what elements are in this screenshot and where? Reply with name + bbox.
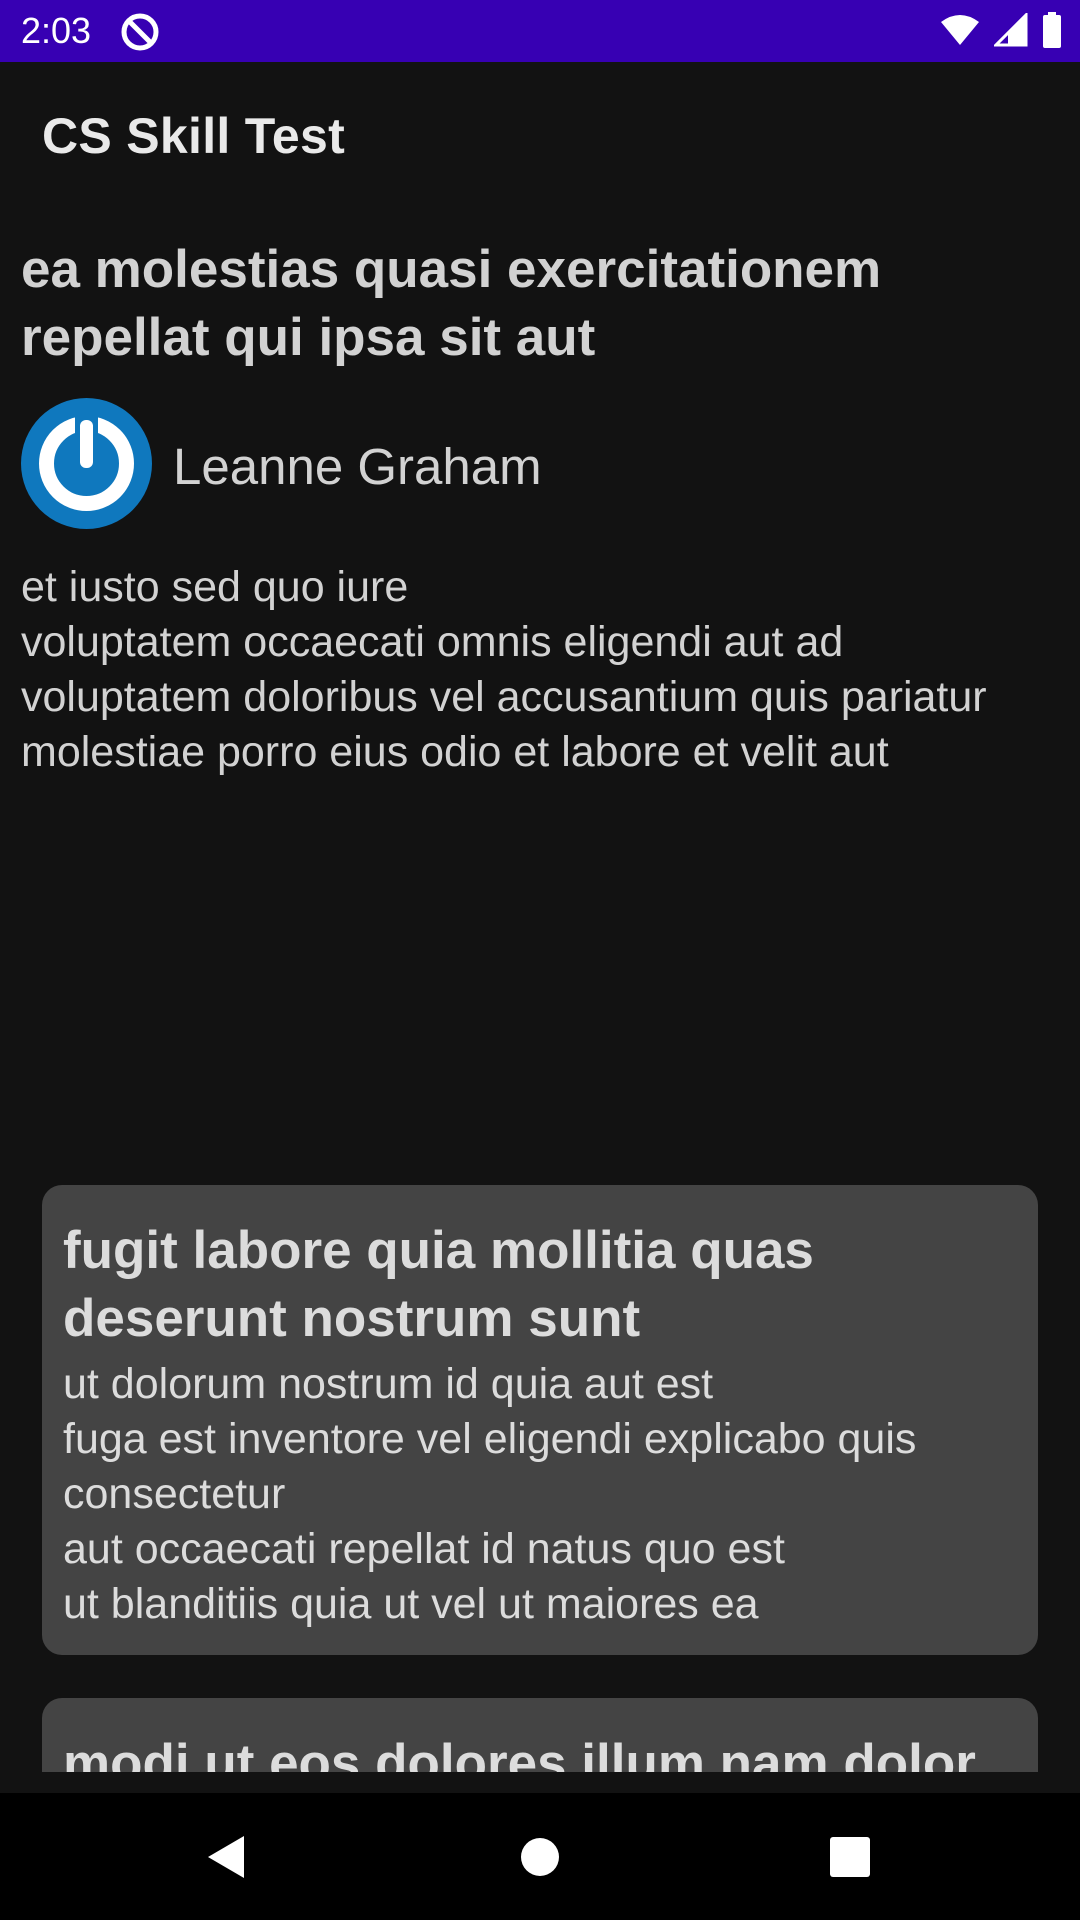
- comment-card[interactable]: fugit labore quia mollitia quas deserunt…: [42, 1185, 1038, 1655]
- recents-icon: [830, 1837, 870, 1877]
- app-title: CS Skill Test: [42, 108, 346, 164]
- post-title: ea molestias quasi exercitationem repell…: [21, 240, 882, 367]
- comment-card[interactable]: modi ut eos dolores illum nam dolor: [42, 1698, 1038, 1772]
- wifi-icon: [940, 14, 980, 51]
- app-bar: CS Skill Test: [0, 62, 1080, 216]
- cellular-signal-icon: [992, 10, 1028, 52]
- comment-title: modi ut eos dolores illum nam dolor: [63, 1734, 976, 1772]
- status-bar: 2:03: [0, 0, 1080, 62]
- home-button[interactable]: [504, 1821, 576, 1893]
- author-avatar: [21, 398, 152, 529]
- status-time: 2:03: [21, 10, 92, 51]
- home-icon: [521, 1838, 559, 1876]
- navigation-bar: [0, 1793, 1080, 1920]
- app-notification-icon: [120, 12, 160, 52]
- status-icons: [940, 10, 1062, 53]
- author-name[interactable]: Leanne Graham: [173, 436, 542, 498]
- comments-list[interactable]: fugit labore quia mollitia quas deserunt…: [0, 1175, 1080, 1772]
- app-screen: 2:03 CS Skill Test ea molestias quasi ex…: [0, 0, 1080, 1920]
- post-body: et iusto sed quo iure voluptatem occaeca…: [21, 563, 987, 776]
- comment-body: ut dolorum nostrum id quia aut est fuga …: [63, 1360, 917, 1628]
- back-icon: [208, 1836, 244, 1878]
- back-button[interactable]: [190, 1821, 262, 1893]
- comment-title: fugit labore quia mollitia quas deserunt…: [63, 1221, 814, 1348]
- recents-button[interactable]: [814, 1821, 886, 1893]
- power-icon: [21, 398, 152, 529]
- battery-icon: [1042, 11, 1062, 53]
